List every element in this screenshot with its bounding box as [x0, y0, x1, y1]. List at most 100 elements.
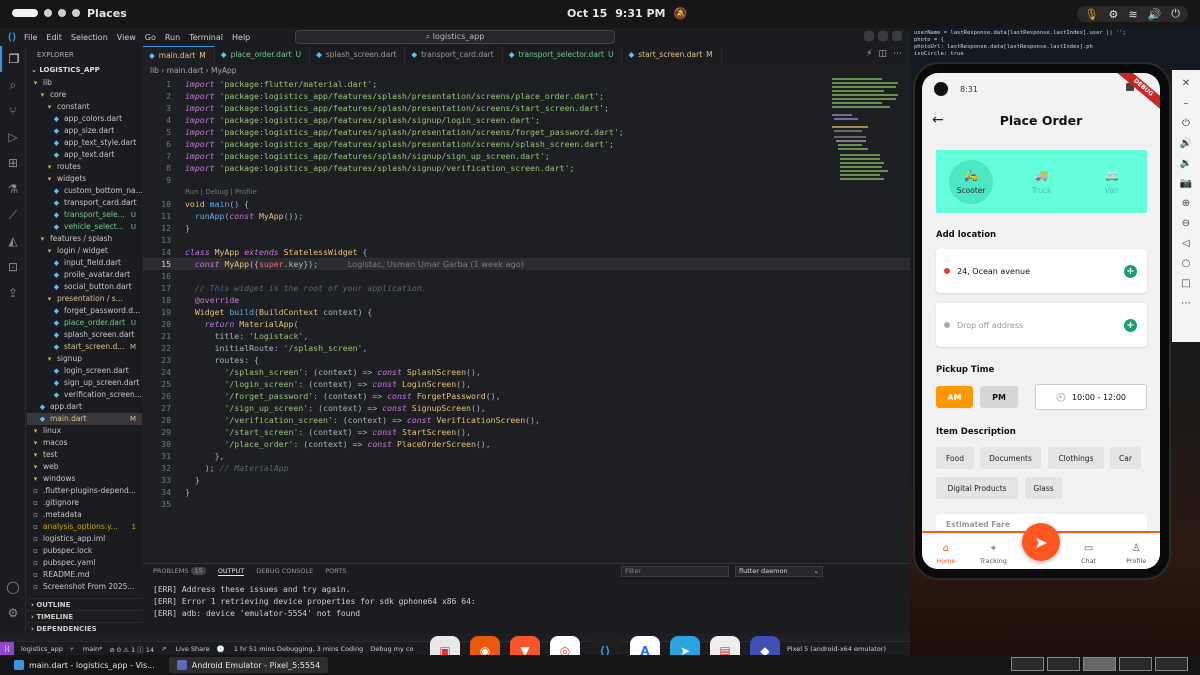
- minimize-icon[interactable]: –: [1184, 98, 1189, 109]
- status-problems[interactable]: ⊘ 0 ⚠ 1 ⓘ 14: [109, 644, 154, 654]
- menu-selection[interactable]: Selection: [71, 33, 108, 42]
- tree-item[interactable]: ▾ macos: [27, 437, 142, 449]
- tree-item[interactable]: ◆ proile_avatar.dart: [27, 269, 142, 281]
- panel-tab-output[interactable]: OUTPUT: [217, 567, 245, 576]
- project-root[interactable]: ⌄ LOGISTICS_APP: [27, 64, 142, 77]
- tree-item[interactable]: ▫ pubspec.yaml: [27, 557, 142, 569]
- vehicle-van[interactable]: 🚐 Van: [1090, 160, 1134, 204]
- tree-item[interactable]: ▾ test: [27, 449, 142, 461]
- tree-item[interactable]: ◆ splash_screen.dart: [27, 329, 142, 341]
- more-icon[interactable]: ⋯: [1181, 298, 1191, 309]
- camera-icon[interactable]: 📷: [1180, 178, 1192, 189]
- tree-item[interactable]: ▾ core: [27, 89, 142, 101]
- tree-item[interactable]: ◆ sign_up_screen.dart: [27, 377, 142, 389]
- volume-down-icon[interactable]: 🔉: [1180, 158, 1192, 169]
- editor-tab[interactable]: ◆ place_order.dart U: [215, 46, 311, 64]
- tree-item[interactable]: ◆ vehicle_select... U: [27, 221, 142, 233]
- remote-explorer-icon[interactable]: ⊡: [0, 254, 26, 280]
- editor-tab[interactable]: ◆ main.dart M: [143, 46, 215, 64]
- window-controls[interactable]: [864, 31, 902, 41]
- taskbar-emulator[interactable]: Android Emulator - Pixel_5:5554: [168, 657, 329, 673]
- tree-item[interactable]: ▫ Screenshot From 2025...: [27, 581, 142, 593]
- workspace-indicator[interactable]: [12, 9, 80, 17]
- tree-item[interactable]: ▫ README.md: [27, 569, 142, 581]
- chip-digital-products[interactable]: Digital Products: [936, 477, 1018, 499]
- back-arrow-icon[interactable]: ←: [932, 112, 944, 128]
- editor-actions[interactable]: ⚡ ◫ ⋯: [866, 49, 902, 59]
- live-share-icon[interactable]: ⇪: [0, 280, 26, 306]
- chip-glass[interactable]: Glass: [1025, 477, 1062, 499]
- tree-item[interactable]: ◆ main.dart M: [27, 413, 142, 425]
- tree-item[interactable]: ◆ app_colors.dart: [27, 113, 142, 125]
- tree-item[interactable]: ▾ lib: [27, 77, 142, 89]
- tree-item[interactable]: ▾ constant: [27, 101, 142, 113]
- volume-up-icon[interactable]: 🔊: [1180, 138, 1192, 149]
- tree-item[interactable]: ◆ app_size.dart: [27, 125, 142, 137]
- tree-item[interactable]: ▾ login / widget: [27, 245, 142, 257]
- output-channel-select[interactable]: flutter daemon ⌄: [735, 566, 823, 577]
- status-debug[interactable]: Debug my co: [370, 645, 413, 653]
- tree-item[interactable]: ▫ logistics_app.iml: [27, 533, 142, 545]
- nav-home[interactable]: ⌂ Home: [926, 543, 966, 565]
- outline-section[interactable]: › OUTLINE: [27, 598, 142, 610]
- tree-item[interactable]: ▾ routes: [27, 161, 142, 173]
- menu-run[interactable]: Run: [165, 33, 180, 42]
- menu-file[interactable]: File: [24, 33, 37, 42]
- tree-item[interactable]: ◆ app_text_style.dart: [27, 137, 142, 149]
- send-fab[interactable]: ➤: [1022, 523, 1060, 561]
- add-dropoff-button[interactable]: +: [1124, 318, 1137, 332]
- home-icon[interactable]: ○: [1182, 258, 1191, 269]
- vehicle-truck[interactable]: 🚚 Truck: [1019, 160, 1063, 204]
- tree-item[interactable]: ◆ login_screen.dart: [27, 365, 142, 377]
- system-tray[interactable]: 🎙 ⚙ ≋ 🔊 ⏻: [1076, 6, 1188, 22]
- tree-item[interactable]: ▾ features / splash: [27, 233, 142, 245]
- panel-tab-ports[interactable]: PORTS: [325, 567, 346, 576]
- chip-car[interactable]: Car: [1110, 447, 1141, 469]
- tree-item[interactable]: ◆ custom_bottom_na...: [27, 185, 142, 197]
- editor-tab[interactable]: ◆ start_screen.dart M: [622, 46, 722, 64]
- output-filter-input[interactable]: Filter: [621, 566, 729, 577]
- tree-item[interactable]: ◆ input_field.dart: [27, 257, 142, 269]
- run-debug-icon[interactable]: ▷: [0, 124, 26, 150]
- status-device[interactable]: Pixel 5 (android-x64 emulator): [787, 645, 886, 653]
- vehicle-scooter[interactable]: 🛵 Scooter: [949, 159, 994, 204]
- editor-tab[interactable]: ◆ transport_selector.dart U: [503, 46, 623, 64]
- menu-terminal[interactable]: Terminal: [189, 33, 223, 42]
- overview-icon[interactable]: □: [1181, 278, 1190, 289]
- taskbar-vscode[interactable]: main.dart - logistics_app - Vis...: [6, 657, 163, 673]
- nav-tracking[interactable]: ⌖ Tracking: [973, 543, 1013, 565]
- status-project[interactable]: logistics_app: [21, 645, 63, 653]
- power-icon[interactable]: ⏻: [1182, 118, 1190, 129]
- close-icon[interactable]: ✕: [1182, 78, 1190, 89]
- tree-item[interactable]: ◆ transport_sele... U: [27, 209, 142, 221]
- panel-tab-problems[interactable]: PROBLEMS 15: [153, 567, 206, 576]
- workspace-switcher[interactable]: [1011, 657, 1188, 671]
- tree-item[interactable]: ▫ .flutter-plugins-depend...: [27, 485, 142, 497]
- tree-item[interactable]: ▾ signup: [27, 353, 142, 365]
- menu-view[interactable]: View: [117, 33, 136, 42]
- status-wakatime[interactable]: 🕓 1 hr 51 mins Debugging, 3 mins Coding: [217, 645, 364, 653]
- menu-edit[interactable]: Edit: [46, 33, 62, 42]
- source-control-icon[interactable]: ⑂: [0, 98, 26, 124]
- tree-item[interactable]: ◆ start_screen.d... M: [27, 341, 142, 353]
- chip-clothings[interactable]: Clothings: [1048, 447, 1104, 469]
- status-branch[interactable]: ⑂ main*: [70, 645, 102, 653]
- tree-item[interactable]: ▾ linux: [27, 425, 142, 437]
- minimap[interactable]: [832, 78, 902, 198]
- flutter-icon[interactable]: ⟋: [0, 202, 26, 228]
- editor-tab[interactable]: ◆ transport_card.dart: [405, 46, 503, 64]
- android-icon[interactable]: ◭: [0, 228, 26, 254]
- back-icon[interactable]: ◁: [1182, 238, 1190, 249]
- account-icon[interactable]: ◯: [0, 574, 26, 600]
- pickup-location-field[interactable]: 24, Ocean avenue +: [936, 249, 1147, 293]
- nav-chat[interactable]: ▭ Chat: [1069, 543, 1109, 565]
- extensions-icon[interactable]: ⊞: [0, 150, 26, 176]
- chip-documents[interactable]: Documents: [980, 447, 1041, 469]
- dropoff-location-field[interactable]: Drop off address +: [936, 303, 1147, 347]
- tree-item[interactable]: ▾ presentation / s...: [27, 293, 142, 305]
- am-toggle[interactable]: AM: [936, 386, 973, 408]
- status-live-share[interactable]: ↗ Live Share: [161, 645, 210, 653]
- tree-item[interactable]: ◆ forget_password.d...: [27, 305, 142, 317]
- clock[interactable]: Oct 15 9:31 PM 🔕: [567, 7, 687, 20]
- tree-item[interactable]: ◆ social_button.dart: [27, 281, 142, 293]
